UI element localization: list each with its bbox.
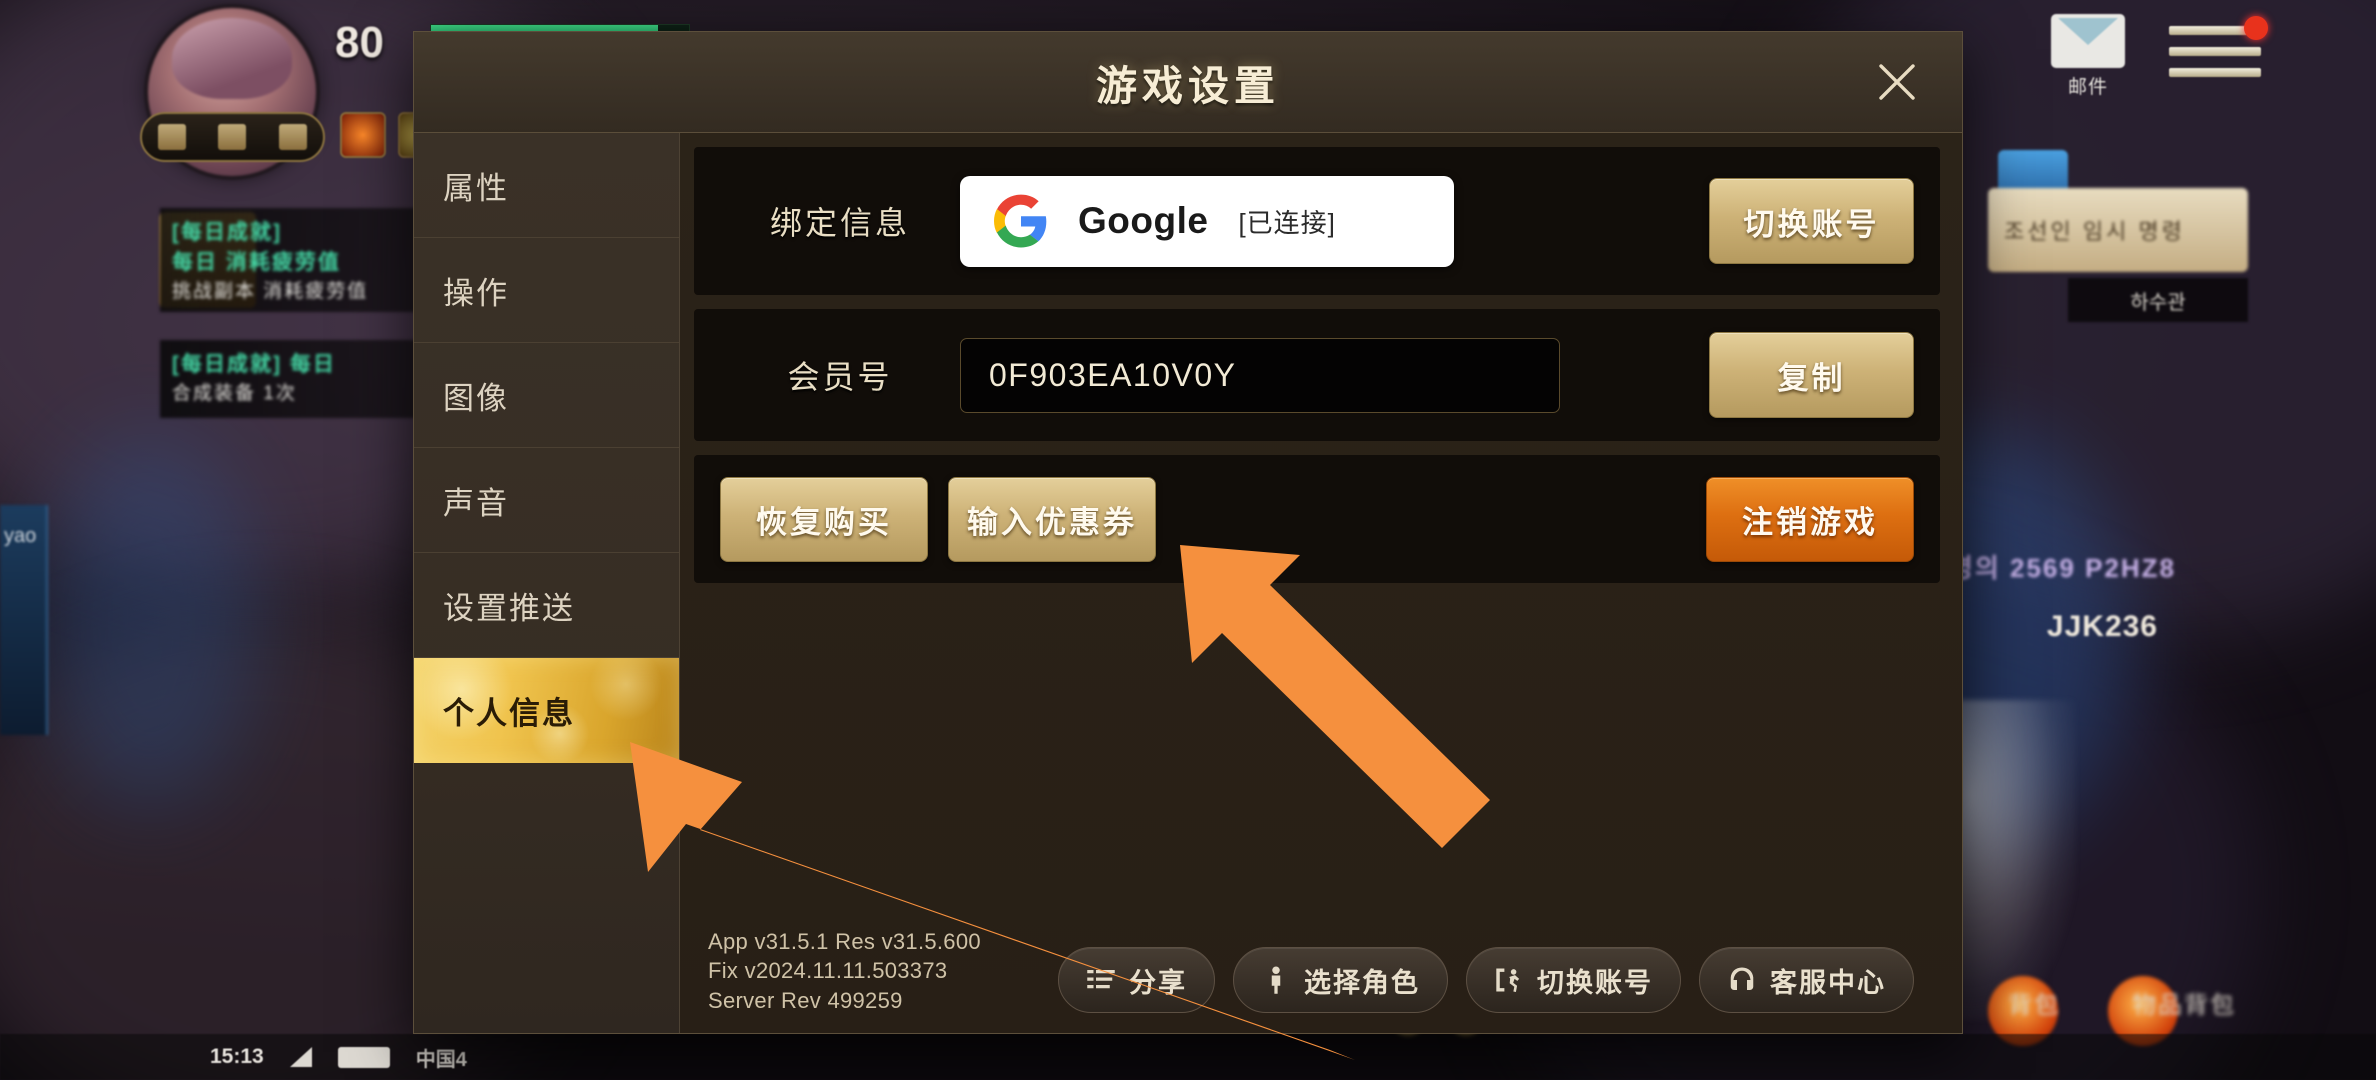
dialog-header: 游戏设置: [414, 32, 1962, 133]
list-icon: [1087, 970, 1115, 989]
buff-tray[interactable]: [140, 112, 325, 162]
share-button[interactable]: 分享: [1058, 947, 1215, 1013]
share-button-label: 分享: [1129, 967, 1187, 998]
fix-version-line: Fix v2024.11.11.503373: [708, 958, 948, 984]
server-rev-line: Server Rev 499259: [708, 987, 903, 1013]
google-provider-name: Google: [1078, 200, 1209, 241]
customer-service-label: 客服中心: [1770, 967, 1886, 998]
binding-info-label: 绑定信息: [769, 205, 910, 241]
sidebar-item-graphics[interactable]: 图像: [414, 343, 679, 448]
select-character-label: 选择角色: [1304, 967, 1420, 998]
person-icon: [1271, 966, 1281, 994]
restore-purchase-button[interactable]: 恢复购买: [720, 476, 928, 562]
sidebar-item-controls[interactable]: 操作: [414, 238, 679, 343]
mail-icon: [2051, 14, 2125, 68]
notification-dot: [2244, 16, 2268, 40]
background-decor: [40, 430, 260, 810]
sidebar-item-personal-info[interactable]: 个人信息: [414, 658, 679, 763]
system-status-bar: 15:13 中国4: [0, 1034, 2376, 1080]
settings-sidebar: 属性 操作 图像 声音 设置推送 个人信息: [414, 133, 680, 1033]
google-account-card[interactable]: Google [已连接]: [960, 175, 1454, 267]
enter-coupon-button[interactable]: 输入优惠券: [948, 476, 1156, 562]
member-id-label: 会员号: [787, 359, 893, 395]
member-id-field[interactable]: 0F903EA10V0Y: [960, 337, 1560, 413]
dialog-body: 属性 操作 图像 声音 设置推送 个人信息 绑定信息 Google [已连接] …: [414, 133, 1962, 1033]
settings-content: 绑定信息 Google [已连接] 切换账号 会员号 0F903EA10V0Y: [680, 133, 1962, 1033]
quest-subtitle: 하수관: [2068, 278, 2248, 322]
mail-button[interactable]: 邮件: [2045, 14, 2131, 99]
sidebar-filler: [414, 763, 679, 1033]
sidebar-item-attributes[interactable]: 属性: [414, 133, 679, 238]
character-level: 80: [335, 18, 384, 67]
skill-icon[interactable]: [340, 112, 386, 158]
headset-icon: [1730, 967, 1754, 990]
app-version-line: App v31.5.1 Res v31.5.600: [708, 928, 981, 954]
close-glyph: [1879, 64, 1915, 100]
system-clock: 15:13: [210, 1045, 264, 1068]
copy-button[interactable]: 复制: [1709, 332, 1914, 418]
dialog-footer: App v31.5.1 Res v31.5.600 Fix v2024.11.1…: [694, 901, 1940, 1033]
game-settings-dialog: 游戏设置 属性 操作 图像 声音 设置推送 个人信息 绑定信息 Google […: [413, 31, 1963, 1034]
switch-account-button[interactable]: 切换账号: [1709, 178, 1914, 264]
exit-door-icon: [1496, 968, 1520, 992]
account-actions-panel: 恢复购买 输入优惠券 注销游戏: [694, 455, 1940, 583]
switch-account-footer-label: 切换账号: [1537, 967, 1653, 998]
player-name: JJK236: [2046, 610, 2158, 643]
delete-account-button[interactable]: 注销游戏: [1706, 476, 1914, 562]
nav-item[interactable]: 物品背包: [2132, 985, 2236, 1020]
sidebar-item-sound[interactable]: 声音: [414, 448, 679, 553]
member-id-panel: 会员号 0F903EA10V0Y 复制: [694, 309, 1940, 441]
google-g-icon: [994, 194, 1047, 248]
select-character-button[interactable]: 选择角色: [1233, 947, 1448, 1013]
left-action-group: 恢复购买 输入优惠券: [720, 476, 1156, 562]
nav-item[interactable]: 背包: [2008, 985, 2060, 1020]
sidebar-item-push-settings[interactable]: 设置推送: [414, 553, 679, 658]
connection-status-badge: [已连接]: [1238, 207, 1336, 238]
version-info: App v31.5.1 Res v31.5.600 Fix v2024.11.1…: [708, 927, 981, 1019]
side-banner-label: yao: [4, 525, 37, 547]
network-label: 中国4: [415, 1048, 467, 1071]
battery-icon: [337, 1046, 390, 1068]
wifi-icon: [289, 1047, 312, 1067]
footer-button-group: 分享 选择角色 切换账号 客服中心: [1058, 947, 1914, 1019]
quest-banner[interactable]: 조선인 임시 명령: [1988, 188, 2248, 272]
switch-account-footer-button[interactable]: 切换账号: [1466, 947, 1681, 1013]
page-title: 游戏设置: [1096, 63, 1280, 109]
binding-info-panel: 绑定信息 Google [已连接] 切换账号: [694, 147, 1940, 295]
customer-service-button[interactable]: 客服中心: [1699, 947, 1914, 1013]
close-icon[interactable]: [1862, 47, 1932, 117]
mail-label: 邮件: [2067, 77, 2108, 98]
